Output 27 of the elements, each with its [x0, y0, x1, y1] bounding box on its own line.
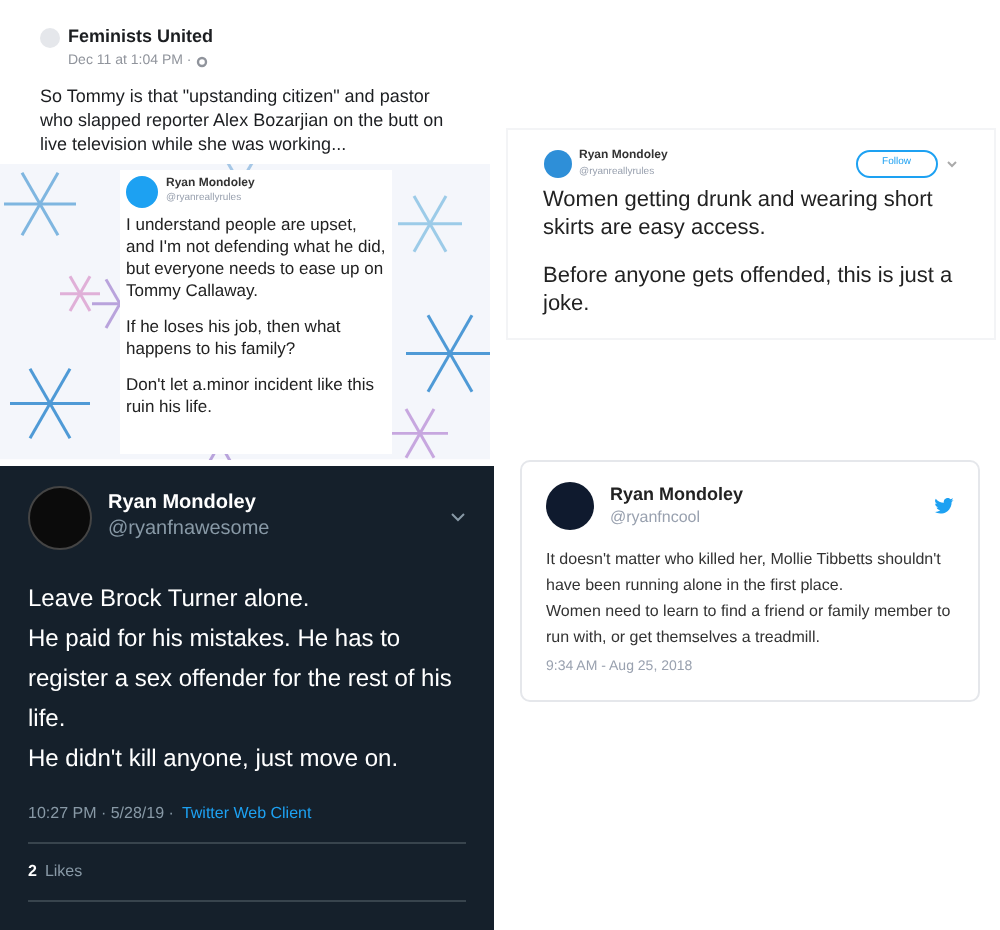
- tweet-text: Before anyone gets offended, this is just a joke.: [543, 262, 955, 318]
- likes-count: 2: [28, 859, 37, 883]
- chevron-down-icon[interactable]: [450, 512, 466, 522]
- client-link[interactable]: Twitter Web Client: [181, 801, 312, 825]
- tweet-text: If he loses his job, then what happens to his family?: [126, 315, 343, 360]
- tweet-text: He didn't kill anyone, just move on.: [28, 741, 401, 775]
- user-handle: @ryanfncool: [610, 507, 703, 528]
- user-handle: @ryanfnawesome: [108, 517, 272, 542]
- tweet-text: Leave Brock Turner alone.: [28, 581, 312, 615]
- tweet-text: Don't let a.minor incident like this ruin his life.: [126, 373, 376, 418]
- avatar: [543, 150, 571, 178]
- tweet-text: Women need to learn to find a friend or family member to run with, or get themselves a treadmill.: [546, 600, 953, 650]
- tweet-text: It doesn't matter who killed her, Mollie Tibbetts shouldn't have been running alone in the first place.: [546, 548, 943, 598]
- tweet-text: I understand people are upset, and I'm not defending what he did, but everyone needs to ease up on Tommy Callaway.: [126, 213, 386, 302]
- tweet-time: 10:27 PM · 5/28/19 ·: [28, 801, 174, 825]
- user-name: Ryan Mondoley: [610, 484, 746, 508]
- page-name: Feminists United: [68, 24, 214, 50]
- tweet-text: Women getting drunk and wearing short skirts are easy access.: [543, 186, 935, 242]
- user-name: Ryan Mondoley: [108, 492, 258, 517]
- tweet-text: He paid for his mistakes. He has to register a sex offender for the rest of his life.: [28, 621, 454, 735]
- likes-label: Likes: [44, 859, 83, 883]
- avatar: [28, 485, 92, 549]
- post-text: So Tommy is that "upstanding citizen" and pastor who slapped reporter Alex Bozarjian on the butt on live television while she was working...: [40, 84, 446, 156]
- bird-icon: [934, 498, 954, 514]
- avatar: [546, 482, 594, 530]
- avatar: [40, 27, 60, 48]
- avatar: [126, 175, 158, 208]
